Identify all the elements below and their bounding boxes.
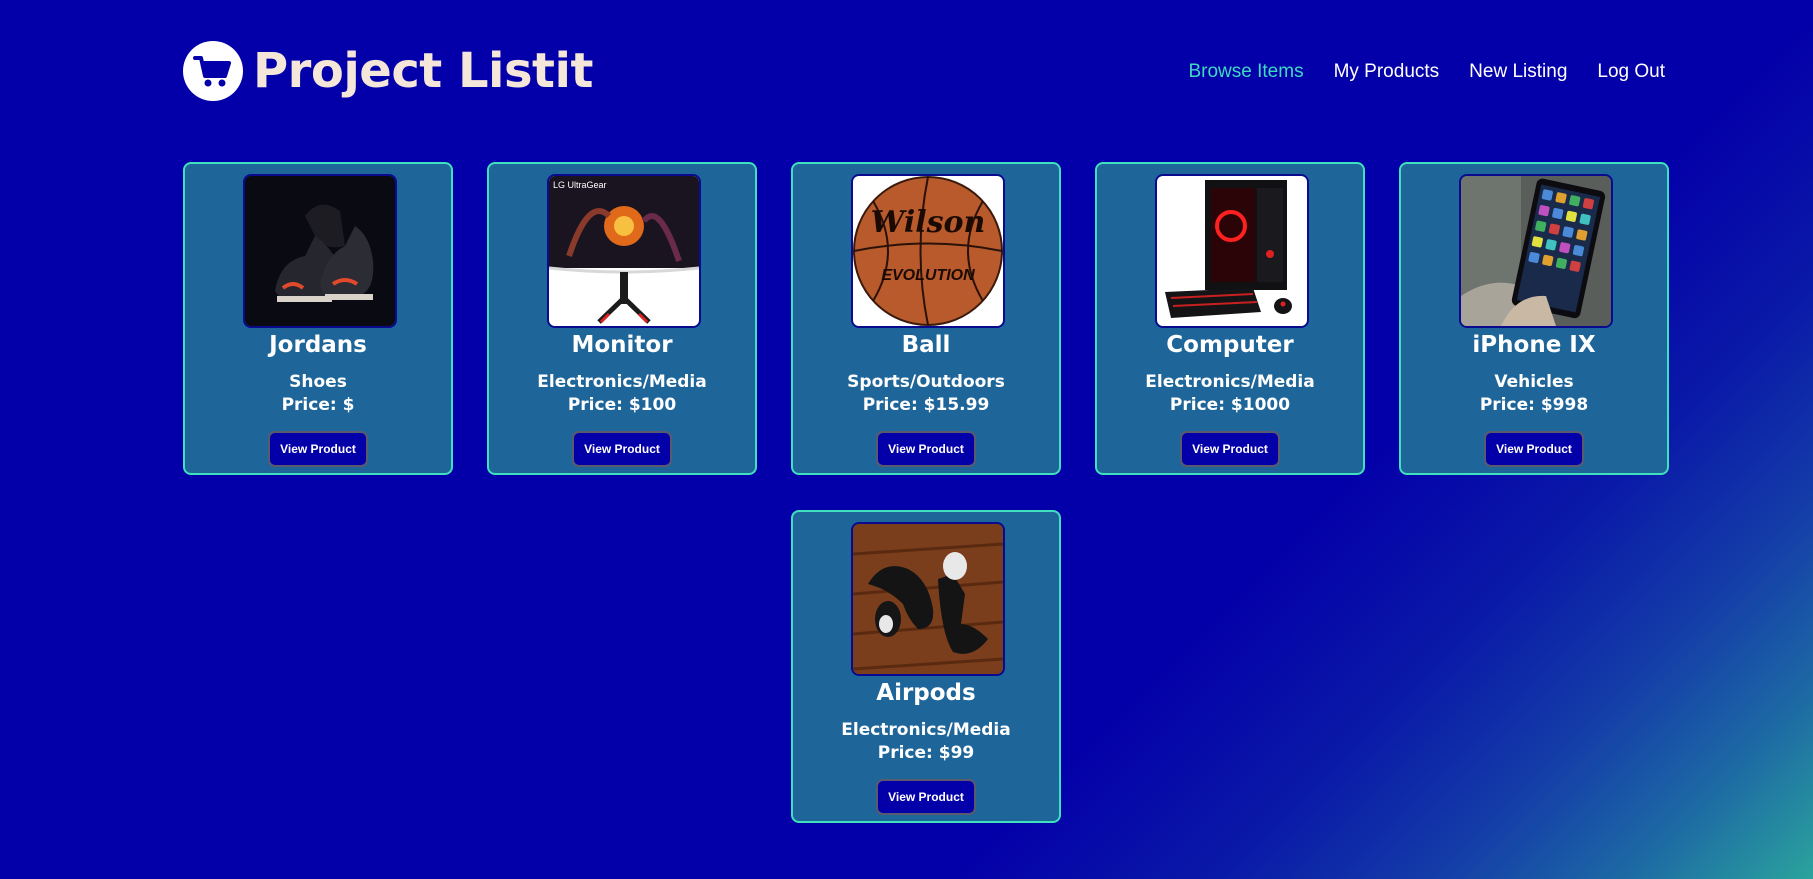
product-card: LG UltraGear Monitor Electronics/Media P…: [487, 162, 757, 475]
product-image-monitor: LG UltraGear: [547, 174, 701, 328]
product-image-earbuds: [851, 522, 1005, 676]
product-name: Monitor: [571, 332, 673, 358]
brand[interactable]: Project Listit: [183, 40, 593, 102]
product-name: Ball: [901, 332, 951, 358]
main-nav: Browse Items My Products New Listing Log…: [1188, 61, 1665, 83]
product-card: Wilson EVOLUTION Ball Sports/Outdoors Pr…: [791, 162, 1061, 475]
product-category: Electronics/Media: [1145, 372, 1315, 392]
product-card: Airpods Electronics/Media Price: $99 Vie…: [791, 510, 1061, 823]
nav-new-listing[interactable]: New Listing: [1469, 61, 1567, 83]
monitor-brand-text: LG UltraGear: [553, 180, 607, 190]
product-image-sneakers: [243, 174, 397, 328]
product-name: Computer: [1166, 332, 1294, 358]
product-image-gaming-pc: [1155, 174, 1309, 328]
view-product-button[interactable]: View Product: [572, 431, 672, 467]
nav-browse-items[interactable]: Browse Items: [1188, 61, 1303, 83]
nav-my-products[interactable]: My Products: [1334, 61, 1440, 83]
product-card: Computer Electronics/Media Price: $1000 …: [1095, 162, 1365, 475]
product-category: Electronics/Media: [841, 720, 1011, 740]
product-image-basketball: Wilson EVOLUTION: [851, 174, 1005, 328]
product-card: iPhone IX Vehicles Price: $998 View Prod…: [1399, 162, 1669, 475]
product-price: Price: $15.99: [862, 395, 990, 415]
product-image-tablet: [1459, 174, 1613, 328]
product-category: Vehicles: [1494, 372, 1574, 392]
site-title: Project Listit: [253, 43, 593, 99]
view-product-button[interactable]: View Product: [1484, 431, 1584, 467]
view-product-button[interactable]: View Product: [876, 431, 976, 467]
product-price: Price: $1000: [1169, 395, 1291, 415]
product-name: iPhone IX: [1472, 332, 1596, 358]
product-name: Jordans: [269, 332, 367, 358]
product-card: Jordans Shoes Price: $ View Product: [183, 162, 453, 475]
nav-log-out[interactable]: Log Out: [1597, 61, 1665, 83]
product-price: Price: $998: [1479, 395, 1589, 415]
ball-brand-text: Wilson: [871, 205, 986, 240]
view-product-button[interactable]: View Product: [268, 431, 368, 467]
site-header: Project Listit Browse Items My Products …: [183, 40, 1665, 106]
product-price: Price: $99: [877, 743, 975, 763]
product-price: Price: $: [281, 395, 355, 415]
product-price: Price: $100: [567, 395, 677, 415]
product-category: Electronics/Media: [537, 372, 707, 392]
ball-model-text: EVOLUTION: [881, 267, 975, 284]
product-name: Airpods: [876, 680, 976, 706]
view-product-button[interactable]: View Product: [876, 779, 976, 815]
shopping-cart-icon: [183, 41, 243, 101]
product-category: Shoes: [289, 372, 347, 392]
view-product-button[interactable]: View Product: [1180, 431, 1280, 467]
product-category: Sports/Outdoors: [847, 372, 1005, 392]
